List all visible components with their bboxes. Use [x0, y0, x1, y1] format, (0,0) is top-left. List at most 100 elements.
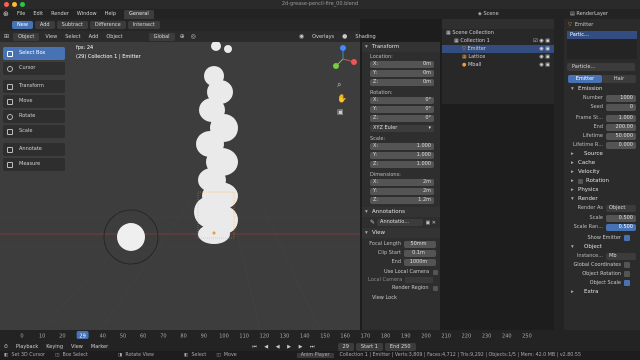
menu-render[interactable]: Render	[47, 9, 73, 19]
timeline-menu-keying[interactable]: Keying	[42, 342, 67, 352]
menu-file[interactable]: File	[13, 9, 29, 19]
current-frame-field[interactable]: 29	[337, 342, 354, 351]
tool-move[interactable]: Move	[3, 95, 65, 108]
menu-edit[interactable]: Edit	[29, 9, 47, 19]
number-field[interactable]: 1000	[606, 94, 636, 102]
anim-player-indicator[interactable]: Anim Player	[296, 353, 334, 358]
outliner-row-collection[interactable]: ▦ Collection 1 ☑ ◉ ▣	[442, 37, 554, 45]
location-x-field[interactable]: X: 0m	[370, 61, 434, 68]
orientation-dropdown[interactable]: Global ▾	[148, 32, 175, 48]
tool-annotate[interactable]: Annotate	[3, 143, 65, 156]
particle-system-list[interactable]: Partic...	[567, 31, 637, 59]
visibility-icon[interactable]: ◉	[299, 33, 304, 40]
render-as-dropdown[interactable]: Object	[606, 204, 636, 212]
particle-system-item[interactable]: Partic...	[567, 31, 637, 39]
start-frame-field[interactable]: Start 1	[355, 342, 383, 351]
dimensions-y-field[interactable]: Y: 2m	[370, 188, 434, 195]
camera-view-icon[interactable]: ▣	[337, 108, 344, 116]
minimize-icon[interactable]	[12, 2, 17, 7]
rotation-z-field[interactable]: Z: 0°	[370, 115, 434, 122]
scene-selector[interactable]: ◈ Scene	[478, 9, 499, 19]
seed-field[interactable]: 0	[606, 103, 636, 111]
new-button[interactable]: New	[12, 21, 33, 29]
menu-help[interactable]: Help	[101, 9, 120, 19]
scale-random-field[interactable]: 0.500	[606, 223, 636, 231]
focal-length-field[interactable]: 50mm	[404, 240, 436, 248]
outliner-row-lattice[interactable]: ▦ Lattice ◉ ▣	[442, 53, 554, 61]
object-scale-checkbox[interactable]	[624, 280, 630, 286]
view-lock-header[interactable]: View Lock	[362, 295, 440, 301]
visibility-toggles[interactable]: ◉ ▣	[539, 61, 550, 69]
close-icon[interactable]	[4, 2, 9, 7]
dimensions-x-field[interactable]: X: 2m	[370, 179, 434, 186]
zoom-icon[interactable]	[20, 2, 25, 7]
tool-scale[interactable]: Scale	[3, 125, 65, 138]
frame-end-field[interactable]: 200.00	[606, 123, 636, 131]
menu-window[interactable]: Window	[73, 9, 101, 19]
intersect-button[interactable]: Intersect	[127, 21, 160, 29]
local-camera-field[interactable]	[405, 277, 434, 283]
object-scale-row[interactable]: Object Scale	[564, 279, 640, 287]
viewport-menu-add[interactable]: Add	[85, 32, 103, 42]
shading-dropdown[interactable]: Shading	[351, 32, 379, 42]
pan-hand-icon[interactable]: ✋	[337, 94, 347, 103]
emission-header[interactable]: Emission	[564, 85, 640, 94]
dimensions-z-field[interactable]: Z: 1.2m	[370, 197, 434, 204]
use-local-camera-row[interactable]: Use Local Camera	[362, 268, 440, 276]
annotation-add-icon[interactable]: ▣ ✕	[425, 220, 436, 226]
lifetime-random-field[interactable]: 0.000	[606, 141, 636, 149]
outliner-row-mball[interactable]: ● Mball ◉ ▣	[442, 61, 554, 69]
outliner-row-scene-collection[interactable]: ▦ Scene Collection	[442, 29, 554, 37]
properties-tabs-strip[interactable]	[554, 19, 564, 330]
tab-general[interactable]: General	[124, 9, 154, 19]
object-subpanel-header[interactable]: Object	[564, 243, 640, 252]
subtract-button[interactable]: Subtract	[56, 21, 88, 29]
view-panel-header[interactable]: View	[362, 228, 440, 238]
annotations-panel-header[interactable]: Annotations	[362, 207, 440, 217]
source-header[interactable]: Source	[564, 150, 640, 159]
tool-select-box[interactable]: Select Box	[3, 47, 65, 60]
rotation-header[interactable]: Rotation	[564, 177, 640, 186]
instance-object-field[interactable]: Mb	[606, 252, 636, 260]
viewport-menu-view[interactable]: View	[41, 32, 61, 42]
hair-type-button[interactable]: Hair	[602, 74, 636, 83]
show-emitter-row[interactable]: Show Emitter	[564, 234, 640, 242]
timeline-menu-playback[interactable]: Playback	[12, 342, 42, 352]
lifetime-field[interactable]: 50.000	[606, 132, 636, 140]
scale-x-field[interactable]: X: 1.000	[370, 143, 434, 150]
mode-dropdown[interactable]: Object Mode ▾	[13, 32, 40, 56]
render-region-checkbox[interactable]	[432, 285, 438, 291]
zoom-icon-magnifier[interactable]: ⌕	[337, 80, 341, 90]
clip-start-field[interactable]: 0.1m	[404, 249, 436, 257]
visibility-toggles[interactable]: ☑ ◉ ▣	[533, 37, 550, 45]
rotation-y-field[interactable]: Y: 0°	[370, 106, 434, 113]
add-button[interactable]: Add	[34, 21, 55, 29]
object-rotation-checkbox[interactable]	[624, 271, 630, 277]
render-region-row[interactable]: Render Region	[362, 284, 440, 292]
viewport-menu-select[interactable]: Select	[61, 32, 84, 42]
visibility-toggles[interactable]: ◉ ▣	[539, 45, 550, 53]
emitter-type-button[interactable]: Emitter	[568, 74, 602, 83]
rotation-x-field[interactable]: X: 0°	[370, 97, 434, 104]
outliner-row-emitter[interactable]: ▽ Emitter ◉ ▣	[442, 45, 554, 53]
show-emitter-checkbox[interactable]	[624, 235, 630, 241]
timeline-menu-view[interactable]: View	[67, 342, 87, 352]
use-local-camera-checkbox[interactable]	[433, 269, 439, 275]
velocity-header[interactable]: Velocity	[564, 168, 640, 177]
playback-controls[interactable]: ⏮ ◀ ◀ ▶ ▶ ⏭	[252, 344, 317, 350]
location-y-field[interactable]: Y: 0m	[370, 70, 434, 77]
blender-logo-icon[interactable]: ⊛	[3, 9, 13, 19]
timeline-ruler[interactable]: 0 10 20 29 40 50 60 70 80 90 100 110 120 130 140 150 160…	[0, 330, 560, 342]
timeline[interactable]: 0 10 20 29 40 50 60 70 80 90 100 110 120 130 140 150 160…	[0, 330, 640, 351]
particle-settings-selector[interactable]: Particle...	[567, 63, 635, 71]
shading-solid-icon[interactable]: ●	[342, 33, 347, 40]
clip-end-field[interactable]: 1000m	[404, 258, 436, 266]
annotation-layer-field[interactable]: Annotatio...	[377, 219, 424, 226]
timeline-editor-icon[interactable]: ⏱	[4, 344, 8, 350]
tool-transform[interactable]: Transform	[3, 80, 65, 93]
proportional-icon[interactable]: ◎	[191, 33, 196, 40]
global-coordinates-checkbox[interactable]	[624, 262, 630, 268]
transform-panel-header[interactable]: Transform	[362, 42, 440, 52]
tool-cursor[interactable]: Cursor	[3, 62, 65, 75]
render-header[interactable]: Render	[564, 195, 640, 204]
